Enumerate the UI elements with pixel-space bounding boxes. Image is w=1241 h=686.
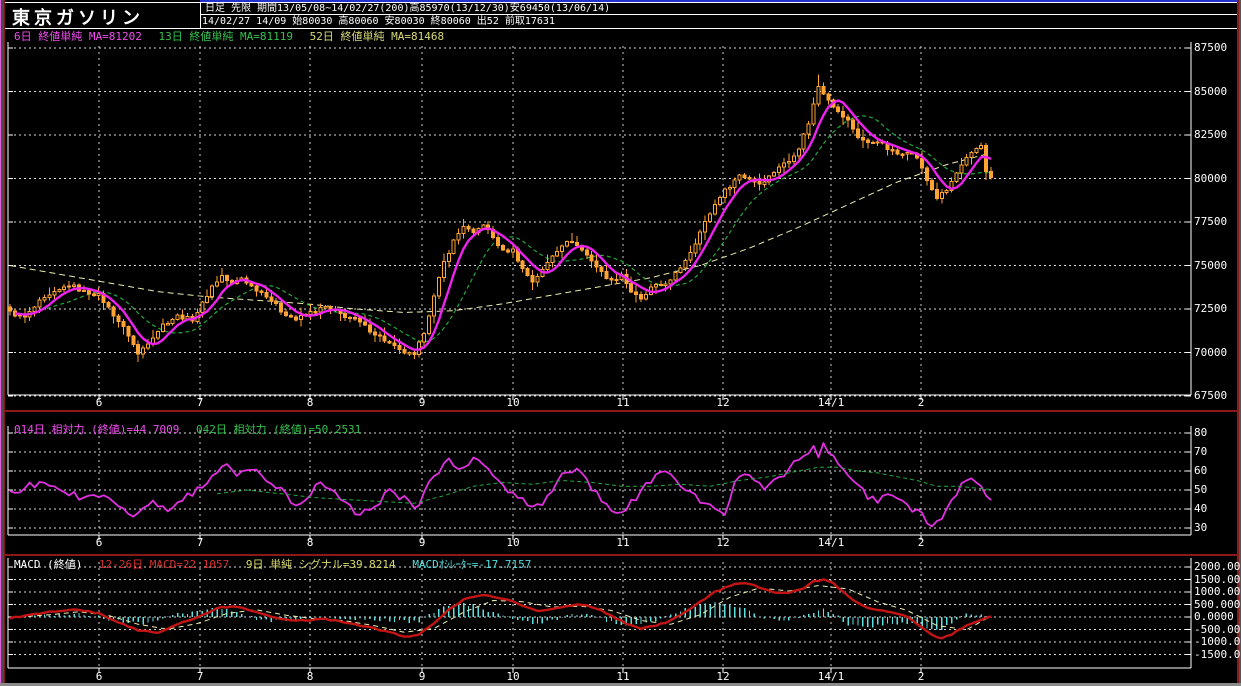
y-axis-label: 67500: [1194, 389, 1228, 402]
y-axis-label: 70: [1194, 445, 1208, 458]
y-axis-label: 80000: [1194, 172, 1228, 185]
signal-value-legend: 9日 単純 シグナル=39.8214: [245, 558, 396, 571]
y-axis-label: 0.0000: [1194, 610, 1234, 623]
x-axis-label: 12: [716, 670, 730, 683]
x-axis-label: 8: [306, 536, 314, 549]
quote-summary-line: 日足 先限 期間13/05/08~14/02/27(200)高85970(13/…: [205, 3, 611, 14]
y-axis-label: 40: [1194, 502, 1208, 515]
x-axis-label: 11: [616, 670, 630, 683]
x-axis-label: 7: [196, 396, 204, 409]
rsi-legend: 014日 相対力 (終値)=44.7009 042日 相対力 (終値)=50.2…: [14, 424, 371, 436]
x-axis-label: 2: [917, 396, 925, 409]
y-axis-label: 60: [1194, 464, 1208, 477]
quote-ohlc-line: 14/02/27 14/09 始80030 高80060 安80030 終800…: [202, 16, 555, 27]
oscillator-value-legend: MACDｵｼﾚｰﾀｰ=-17.7157: [412, 558, 532, 571]
infobox-left-border: [200, 2, 201, 28]
y-axis-label: -1000.00: [1194, 635, 1241, 648]
x-axis-label: 14/1: [817, 536, 845, 549]
x-axis-label: 2: [917, 670, 925, 683]
x-axis-label: 11: [616, 536, 630, 549]
x-axis-label: 12: [716, 536, 730, 549]
ma13-legend: 13日 終値単純 MA=81119: [158, 30, 293, 43]
x-axis-label: 6: [95, 670, 103, 683]
x-axis-label: 7: [196, 670, 204, 683]
x-axis-label: 10: [506, 536, 520, 549]
x-axis-label: 6: [95, 396, 103, 409]
y-axis-label: 82500: [1194, 128, 1228, 141]
y-axis-label: 30: [1194, 521, 1208, 534]
rsi14-legend: 014日 相対力 (終値)=44.7009: [14, 423, 180, 436]
x-axis-label: 14/1: [817, 670, 845, 683]
y-axis-label: -1500.00: [1194, 648, 1241, 661]
x-axis-label: 14/1: [817, 396, 845, 409]
y-axis-label: 75000: [1194, 259, 1228, 272]
x-axis-label: 7: [196, 536, 204, 549]
chart-application-window: { "window": { "title": "東京ガソリン" }, "head…: [0, 0, 1241, 686]
y-axis-label: 85000: [1194, 85, 1228, 98]
x-axis-label: 9: [418, 396, 426, 409]
macd-value-legend: 12-26日 MACD=22.1057: [98, 558, 230, 571]
rsi42-legend: 042日 相対力 (終値)=50.2531: [195, 423, 362, 436]
y-axis-label: 70000: [1194, 346, 1228, 359]
y-axis-label: 77500: [1194, 215, 1228, 228]
instrument-title: 東京ガソリン: [12, 8, 144, 29]
x-axis-label: 8: [306, 670, 314, 683]
title-top-border: [5, 2, 200, 3]
panel-separator-price-rsi: [5, 410, 1237, 412]
charts-canvas: [7, 42, 1192, 673]
macd-title-legend: MACD (終値): [14, 558, 83, 571]
x-axis-label: 8: [306, 396, 314, 409]
x-axis-label: 9: [418, 536, 426, 549]
panel-separator-rsi-macd: [5, 554, 1237, 556]
x-axis-label: 10: [506, 670, 520, 683]
x-axis-label: 10: [506, 396, 520, 409]
x-axis-label: 2: [917, 536, 925, 549]
macd-legend: MACD (終値) 12-26日 MACD=22.1057 9日 単純 シグナル…: [14, 559, 541, 571]
y-axis-label: 50: [1194, 483, 1208, 496]
x-axis-label: 9: [418, 670, 426, 683]
y-axis-label: 80: [1194, 426, 1208, 439]
header-bottom-border: [5, 28, 1237, 29]
y-axis-label: 2000.000: [1194, 560, 1241, 573]
y-axis-label: 1000.000: [1194, 585, 1241, 598]
infobox-divider: [200, 14, 1237, 15]
x-axis-label: 11: [616, 396, 630, 409]
y-axis-label: 72500: [1194, 302, 1228, 315]
ma6-legend: 6日 終値単純 MA=81202: [14, 30, 142, 43]
ma52-legend: 52日 終値単純 MA=81468: [309, 30, 445, 43]
y-axis-label: 87500: [1194, 41, 1228, 54]
x-axis-label: 12: [716, 396, 730, 409]
x-axis-label: 6: [95, 536, 103, 549]
price-ma-legend: 6日 終値単純 MA=81202 13日 終値単純 MA=81119 52日 終…: [14, 31, 454, 43]
